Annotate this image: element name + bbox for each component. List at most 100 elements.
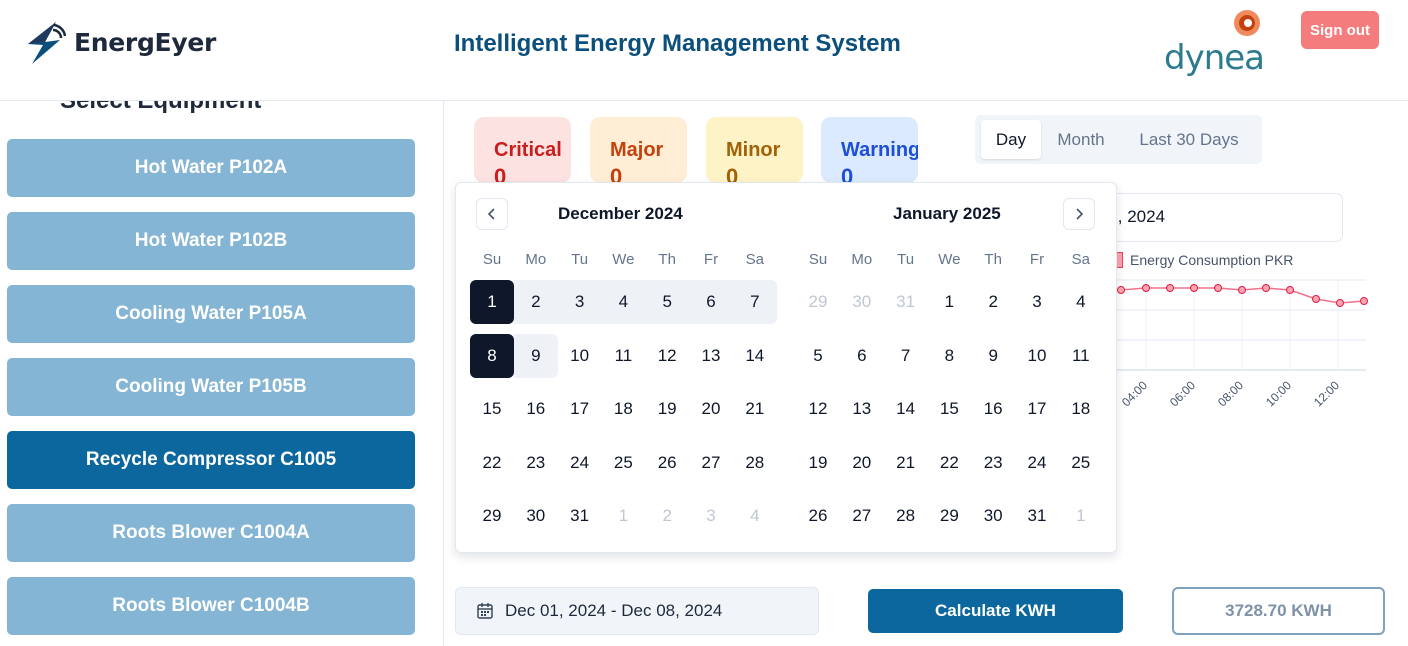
calendar-day[interactable]: 2 — [971, 280, 1015, 324]
calendar-day[interactable]: 17 — [1015, 387, 1059, 431]
equipment-button[interactable]: Roots Blower C1004A — [7, 504, 415, 562]
calendar-day[interactable]: 11 — [601, 334, 645, 378]
calendar-day[interactable]: 10 — [1015, 334, 1059, 378]
calendar-day[interactable]: 4 — [1059, 280, 1103, 324]
brand-name: EnergEyer — [74, 27, 217, 57]
calendar-day[interactable]: 19 — [645, 387, 689, 431]
calendar-day[interactable]: 11 — [1059, 334, 1103, 378]
calendar-day[interactable]: 24 — [1015, 441, 1059, 485]
calendar-day[interactable]: 14 — [884, 387, 928, 431]
calendar-day[interactable]: 7 — [884, 334, 928, 378]
calendar-day[interactable]: 16 — [971, 387, 1015, 431]
calendar-day[interactable]: 13 — [840, 387, 884, 431]
equipment-button-active[interactable]: Recycle Compressor C1005 — [7, 431, 415, 489]
calendar-day[interactable]: 6 — [840, 334, 884, 378]
calendar-day[interactable]: 31 — [1015, 494, 1059, 538]
equipment-button[interactable]: Cooling Water P105B — [7, 358, 415, 416]
tab-last-30-days[interactable]: Last 30 Days — [1123, 120, 1255, 159]
calendar-day[interactable]: 5 — [645, 280, 690, 324]
calendar-day[interactable]: 25 — [601, 441, 645, 485]
equipment-button[interactable]: Roots Blower C1004B — [7, 577, 415, 635]
calendar-day[interactable]: 16 — [514, 387, 558, 431]
calendar-day[interactable]: 22 — [470, 441, 514, 485]
calendar-day[interactable]: 26 — [796, 494, 840, 538]
calendar-day-selected[interactable]: 8 — [470, 333, 514, 378]
calendar-day[interactable]: 7 — [732, 280, 777, 324]
calendar-day[interactable]: 1 — [1059, 494, 1103, 538]
calendar-day[interactable]: 14 — [733, 334, 777, 378]
tab-day[interactable]: Day — [981, 120, 1041, 159]
prev-month-button[interactable] — [476, 198, 508, 230]
calendar-day[interactable]: 13 — [689, 334, 733, 378]
equipment-button[interactable]: Hot Water P102A — [7, 139, 415, 197]
calendar-day[interactable]: 21 — [733, 387, 777, 431]
calendar-day[interactable]: 4 — [601, 280, 646, 324]
calendar-day[interactable]: 18 — [1059, 387, 1103, 431]
calendar-day[interactable]: 30 — [971, 494, 1015, 538]
range-tabs: Day Month Last 30 Days — [975, 115, 1262, 164]
calendar-day[interactable]: 30 — [514, 494, 558, 538]
calendar-day-selected[interactable]: 1 — [470, 280, 514, 324]
calendar-day[interactable]: 6 — [689, 280, 733, 324]
page-title: Intelligent Energy Management System — [454, 30, 901, 57]
calendar-day[interactable]: 22 — [927, 441, 971, 485]
calendar-day[interactable]: 4 — [733, 494, 777, 538]
next-month-button[interactable] — [1063, 198, 1095, 230]
calendar-day[interactable]: 26 — [645, 441, 689, 485]
single-date-picker[interactable]: December 9th, 2024 — [1095, 193, 1343, 242]
calendar-day[interactable]: 28 — [733, 441, 777, 485]
calendar-day[interactable]: 5 — [796, 334, 840, 378]
calendar-day[interactable]: 29 — [927, 494, 971, 538]
calendar-day[interactable]: 29 — [796, 280, 840, 324]
calendar-day[interactable]: 3 — [689, 494, 733, 538]
calendar-day[interactable]: 2 — [513, 280, 558, 324]
calendar-day[interactable]: 10 — [558, 334, 602, 378]
calendar-day[interactable]: 18 — [601, 387, 645, 431]
calendar-day[interactable]: 15 — [470, 387, 514, 431]
date-range-input[interactable]: Dec 01, 2024 - Dec 08, 2024 — [455, 587, 819, 635]
calendar-day[interactable]: 23 — [514, 441, 558, 485]
equipment-button[interactable]: Cooling Water P105A — [7, 285, 415, 343]
calendar-day[interactable]: 9 — [513, 333, 558, 378]
calendar-day[interactable]: 23 — [971, 441, 1015, 485]
calendar-day[interactable]: 28 — [884, 494, 928, 538]
calendar-day[interactable]: 15 — [927, 387, 971, 431]
alert-card-warning[interactable]: Warning 0 — [821, 117, 918, 183]
calendar-day[interactable]: 25 — [1059, 441, 1103, 485]
calendar-day[interactable]: 20 — [689, 387, 733, 431]
weekday-label: Th — [658, 251, 676, 268]
energeyer-logo-icon — [28, 22, 66, 64]
brand-logo[interactable]: EnergEyer — [26, 18, 216, 66]
kwh-result: 3728.70 KWH — [1172, 587, 1385, 635]
calendar-day[interactable]: 27 — [689, 441, 733, 485]
calendar-day[interactable]: 1 — [601, 494, 645, 538]
tab-month[interactable]: Month — [1045, 120, 1117, 159]
calendar-day[interactable]: 9 — [971, 334, 1015, 378]
calendar-day[interactable]: 17 — [558, 387, 602, 431]
calendar-day[interactable]: 27 — [840, 494, 884, 538]
calculate-kwh-button[interactable]: Calculate KWH — [868, 589, 1123, 633]
alert-card-critical[interactable]: Critical 0 — [474, 117, 571, 183]
calendar-day[interactable]: 24 — [558, 441, 602, 485]
sign-out-button[interactable]: Sign out — [1301, 11, 1379, 49]
calendar-day[interactable]: 20 — [840, 441, 884, 485]
calendar-day[interactable]: 31 — [884, 280, 928, 324]
calendar-day[interactable]: 12 — [645, 334, 689, 378]
alert-card-major[interactable]: Major 0 — [590, 117, 687, 183]
weekday-label: Sa — [745, 251, 764, 268]
calendar-day[interactable]: 29 — [470, 494, 514, 538]
calendar-day[interactable]: 3 — [1015, 280, 1059, 324]
x-tick-label: 04:00 — [1119, 378, 1150, 409]
calendar-day[interactable]: 12 — [796, 387, 840, 431]
calendar-day[interactable]: 3 — [557, 280, 602, 324]
calendar-day[interactable]: 8 — [927, 334, 971, 378]
calendar-day[interactable]: 21 — [884, 441, 928, 485]
calendar-day[interactable]: 1 — [927, 280, 971, 324]
alert-card-minor[interactable]: Minor 0 — [706, 117, 803, 183]
calendar-day[interactable]: 2 — [645, 494, 689, 538]
equipment-button[interactable]: Hot Water P102B — [7, 212, 415, 270]
calendar-day[interactable]: 30 — [840, 280, 884, 324]
calendar-day[interactable]: 31 — [558, 494, 602, 538]
calendar-day[interactable]: 19 — [796, 441, 840, 485]
sidebar-heading: Select Equipment — [60, 101, 261, 115]
